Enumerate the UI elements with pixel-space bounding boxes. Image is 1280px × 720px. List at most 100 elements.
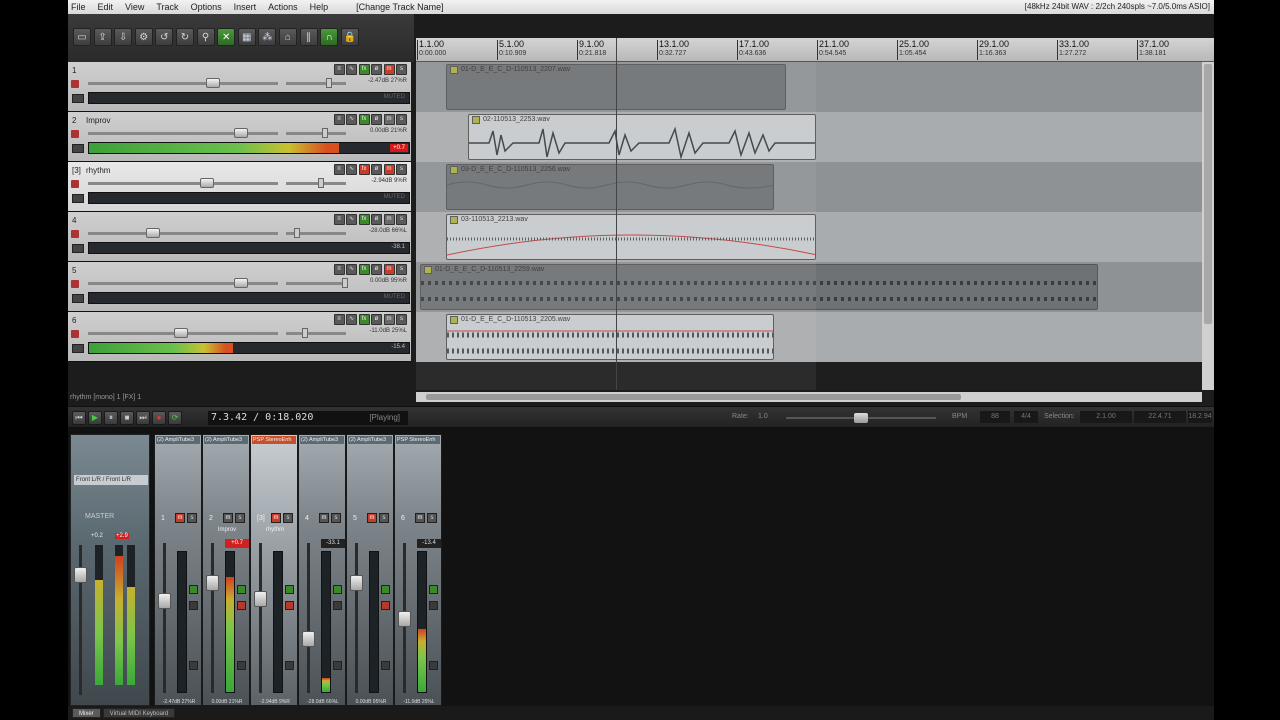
io-icon[interactable] <box>429 601 438 610</box>
mute-icon[interactable]: m <box>383 214 395 225</box>
fx-slot[interactable]: PSP StereoEnh <box>396 436 440 444</box>
track-header[interactable]: 2 Improv ≡ ∿ fx ø m s 0.00dB 21%R +0.7 <box>68 112 411 162</box>
fx-icon[interactable]: fx <box>358 64 370 75</box>
mute-icon[interactable]: m <box>383 114 395 125</box>
timeline-ruler[interactable]: 1.1.00 0:00.000 5.1.00 0:10.909 9.1.00 0:21… <box>416 38 1214 62</box>
track-lane[interactable]: 03-D_E_E_C_D-110513_2256.wav <box>416 162 1202 212</box>
track-header[interactable]: [3] rhythm ≡ ∿ fx ø m s -2.94dB 9%R MUTED <box>68 162 411 212</box>
item-fx-icon[interactable] <box>450 316 458 324</box>
selection-start-field[interactable]: 2.1.00 <box>1080 411 1132 423</box>
fader-knob[interactable] <box>302 631 315 647</box>
clip-indicator[interactable]: +0.7 <box>390 144 408 152</box>
track-name-field[interactable]: Improv <box>86 116 186 126</box>
fader-knob[interactable] <box>254 591 267 607</box>
track-header[interactable]: 4 ≡ ∿ fx ø m s -28.0dB 66%L -38.1 <box>68 212 411 262</box>
mute-icon[interactable]: m <box>383 264 395 275</box>
phase-icon[interactable]: ø <box>371 164 382 175</box>
item-fx-icon[interactable] <box>450 166 458 174</box>
solo-icon[interactable]: s <box>396 214 407 225</box>
save-icon[interactable]: ⇩ <box>114 28 133 46</box>
pan-slider[interactable] <box>286 328 346 338</box>
empty-arrange-area[interactable] <box>416 362 1202 390</box>
track-lane[interactable]: 02-110513_2253.wav <box>416 112 1202 162</box>
item-fx-icon[interactable] <box>424 266 432 274</box>
volume-knob[interactable] <box>206 78 220 88</box>
record-arm-icon[interactable] <box>71 230 79 238</box>
pan-slider[interactable] <box>286 78 346 88</box>
fader-knob[interactable] <box>350 575 363 591</box>
track-name-field[interactable]: rhythm <box>86 166 186 176</box>
scrollbar-thumb[interactable] <box>1204 64 1212 324</box>
fx-slot[interactable]: (2) AmpliTube3 <box>204 436 248 444</box>
rate-slider[interactable] <box>786 413 936 423</box>
lock-toggle-icon[interactable]: ∩ <box>320 28 339 46</box>
master-io-label[interactable]: Front L/R / Front L/R <box>74 475 148 485</box>
time-signature-field[interactable]: 4/4 <box>1014 411 1038 423</box>
menu-view[interactable]: View <box>119 0 150 14</box>
rate-knob[interactable] <box>854 413 868 423</box>
fader-track[interactable] <box>307 543 310 693</box>
menu-track[interactable]: Track <box>150 0 184 14</box>
pan-slider[interactable] <box>286 278 348 288</box>
volume-knob[interactable] <box>234 128 248 138</box>
track-io-icon[interactable] <box>72 194 84 203</box>
new-project-icon[interactable]: ▭ <box>73 28 91 46</box>
item-fx-icon[interactable] <box>450 66 458 74</box>
phase-icon[interactable]: ø <box>371 114 382 125</box>
item-fx-icon[interactable] <box>450 216 458 224</box>
go-to-end-icon[interactable]: ⏭ <box>136 411 150 425</box>
env-icon[interactable] <box>285 661 294 670</box>
mute-button[interactable]: m <box>175 513 185 523</box>
fader-knob[interactable] <box>206 575 219 591</box>
track-header[interactable]: 1 ≡ ∿ fx ø m s -2.47dB 27%R MUTED <box>68 62 411 112</box>
peak-readout[interactable]: -13.4 <box>417 539 441 548</box>
record-icon[interactable]: ● <box>152 411 166 425</box>
menu-actions[interactable]: Actions <box>262 0 304 14</box>
redo-icon[interactable]: ↻ <box>175 28 194 46</box>
env-icon[interactable] <box>237 661 246 670</box>
volume-slider[interactable] <box>88 328 278 338</box>
record-arm-icon[interactable] <box>71 280 79 288</box>
volume-slider[interactable] <box>88 278 278 288</box>
fx-slot[interactable]: (2) AmpliTube3 <box>300 436 344 444</box>
master-fader-knob[interactable] <box>74 567 87 583</box>
io-icon[interactable]: ≡ <box>333 64 345 75</box>
media-item[interactable]: 02-110513_2253.wav <box>468 114 816 160</box>
mute-icon[interactable]: m <box>383 64 395 75</box>
track-io-icon[interactable] <box>72 144 84 153</box>
record-arm-icon[interactable] <box>285 601 294 610</box>
media-item[interactable]: 01-D_E_E_C_D-110513_2259.wav <box>420 264 1098 310</box>
lock-icon[interactable]: ⌂ <box>278 28 297 46</box>
fx-icon[interactable]: fx <box>358 314 370 325</box>
selection-length-field[interactable]: 18.2.94 <box>1188 411 1212 423</box>
fx-icon[interactable] <box>237 585 246 594</box>
play-icon[interactable]: ▶ <box>88 411 102 425</box>
phase-icon[interactable]: ø <box>371 264 382 275</box>
pan-slider[interactable] <box>286 128 346 138</box>
volume-knob[interactable] <box>200 178 214 188</box>
solo-button[interactable]: s <box>283 513 293 523</box>
vertical-scrollbar[interactable] <box>1202 62 1214 390</box>
track-header[interactable]: 6 ≡ ∿ fx ø m s -11.0dB 25%L -15.4 <box>68 312 411 362</box>
mute-button[interactable]: m <box>367 513 377 523</box>
env-icon[interactable]: ∿ <box>346 214 357 225</box>
fader-knob[interactable] <box>398 611 411 627</box>
mute-button[interactable]: m <box>271 513 281 523</box>
menu-file[interactable]: File <box>68 0 92 14</box>
peak-readout[interactable]: +0.7 <box>225 539 249 548</box>
env-icon[interactable] <box>189 661 198 670</box>
track-lane[interactable]: 01-D_E_E_C_D-110513_2207.wav <box>416 62 1202 112</box>
pan-knob[interactable] <box>302 328 308 338</box>
menu-help[interactable]: Help <box>304 0 335 14</box>
fx-icon[interactable]: fx <box>358 114 370 125</box>
fader-track[interactable] <box>211 543 214 693</box>
metronome-icon[interactable]: ⚲ <box>196 28 215 46</box>
fader-track[interactable] <box>259 543 262 693</box>
fx-icon[interactable] <box>381 585 390 594</box>
settings-icon[interactable]: ⚙ <box>134 28 153 46</box>
pan-knob[interactable] <box>318 178 324 188</box>
undo-icon[interactable]: ↺ <box>155 28 174 46</box>
selection-end-field[interactable]: 22.4.71 <box>1134 411 1186 423</box>
volume-slider[interactable] <box>88 178 278 188</box>
mute-icon[interactable]: m <box>383 164 395 175</box>
